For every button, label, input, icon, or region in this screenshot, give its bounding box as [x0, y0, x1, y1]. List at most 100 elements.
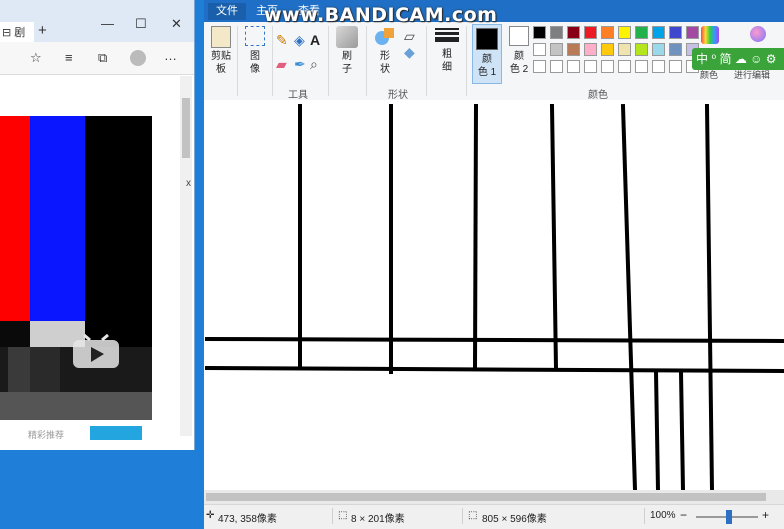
desktop-background: [0, 450, 204, 528]
palette-swatch[interactable]: [567, 43, 580, 56]
palette-swatch[interactable]: [533, 60, 546, 73]
palette-swatch[interactable]: [550, 26, 563, 39]
close-button[interactable]: ✕: [171, 16, 182, 32]
paint-canvas[interactable]: [204, 100, 784, 490]
paint-status-bar: ✛ 473, 358像素 ⬚ 8 × 201像素 ⬚ 805 × 596像素 1…: [204, 504, 784, 529]
favorite-icon[interactable]: ☆: [30, 50, 42, 66]
paint3d-icon: [750, 26, 766, 42]
shapes-icon: [374, 26, 396, 48]
fill-shape-icon[interactable]: ◆: [404, 44, 415, 60]
ime-toolbar[interactable]: 中 ⁰ 简 ☁ ☺ ⚙: [692, 48, 784, 70]
image-label: 图 像: [250, 51, 260, 75]
palette-swatch[interactable]: [550, 43, 563, 56]
palette-swatch[interactable]: [618, 26, 631, 39]
profile-avatar[interactable]: [130, 50, 146, 66]
palette-swatch[interactable]: [635, 43, 648, 56]
palette-swatch[interactable]: [533, 43, 546, 56]
paint-window: 文件 主页 查看 剪贴 板 图 像 ✎ ◈ A ▰ ✒ ⌕ 工具 刷 子 形 状…: [204, 0, 784, 529]
side-glyph: x: [186, 178, 191, 189]
drawn-line: [204, 365, 784, 374]
recommend-text: 精彩推荐: [28, 430, 65, 440]
selection-icon: ⬚: [338, 510, 348, 521]
maximize-button[interactable]: ☐: [135, 16, 147, 32]
color2-button[interactable]: 颜 色 2: [506, 26, 532, 76]
shapes-button[interactable]: 形 状: [370, 26, 400, 76]
scroll-thumb[interactable]: [182, 98, 190, 158]
canvas-horizontal-scrollbar[interactable]: [204, 490, 784, 504]
tools-group-label: 工具: [288, 90, 308, 101]
paint3d-button[interactable]: [744, 26, 772, 42]
palette-swatch[interactable]: [618, 60, 631, 73]
palette-swatch[interactable]: [584, 60, 597, 73]
palette-swatch[interactable]: [533, 26, 546, 39]
color-palette[interactable]: [533, 26, 703, 78]
zoom-level: 100%: [650, 510, 676, 521]
cursor-position: 473, 358像素: [218, 514, 277, 525]
image-button[interactable]: 图 像: [240, 26, 270, 76]
video-player[interactable]: [0, 116, 152, 420]
blue-action-button[interactable]: [90, 426, 142, 440]
outline-icon[interactable]: ▱: [404, 28, 415, 44]
browser-tab[interactable]: ⊟ 剧: [0, 22, 34, 42]
zoom-in-button[interactable]: +: [762, 508, 769, 522]
browser-bottom-bar: 精彩推荐: [0, 426, 180, 440]
clipboard-label: 剪贴 板: [211, 51, 231, 75]
size-label: 粗 细: [442, 49, 452, 73]
drawn-line: [549, 103, 559, 371]
palette-swatch[interactable]: [618, 43, 631, 56]
color1-button[interactable]: 颜 色 1: [472, 24, 502, 84]
menu-file[interactable]: 文件: [208, 3, 246, 20]
color1-swatch: [476, 28, 498, 50]
edit-colors-button[interactable]: [698, 26, 722, 44]
text-icon[interactable]: A: [310, 32, 320, 48]
magnifier-icon[interactable]: ⌕: [310, 56, 318, 72]
browser-vertical-scrollbar[interactable]: [180, 76, 192, 436]
palette-swatch[interactable]: [652, 26, 665, 39]
more-menu-icon[interactable]: …: [164, 48, 177, 63]
drawn-line: [204, 336, 784, 344]
bandicam-watermark: www.BANDICAM.com: [264, 4, 498, 26]
size-button[interactable]: 粗 细: [432, 26, 462, 74]
zoom-out-button[interactable]: −: [680, 508, 687, 522]
color-picker-icon[interactable]: ✒: [294, 56, 306, 72]
color2-label: 颜 色 2: [509, 51, 529, 75]
image-size: 805 × 596像素: [482, 514, 547, 525]
brush-button[interactable]: 刷 子: [332, 26, 362, 76]
drawn-line: [620, 103, 638, 490]
drawn-line: [472, 103, 479, 371]
red-bar: [0, 116, 30, 321]
palette-swatch[interactable]: [601, 60, 614, 73]
minimize-button[interactable]: —: [101, 16, 114, 31]
palette-swatch[interactable]: [550, 60, 563, 73]
drawn-line: [678, 369, 686, 490]
collections-icon[interactable]: ⧉: [98, 50, 107, 66]
tab-title: ⊟ 剧: [2, 27, 26, 39]
clipboard-button[interactable]: 剪贴 板: [208, 26, 234, 76]
palette-swatch[interactable]: [635, 26, 648, 39]
palette-swatch[interactable]: [584, 26, 597, 39]
palette-swatch[interactable]: [669, 60, 682, 73]
palette-swatch[interactable]: [669, 26, 682, 39]
palette-swatch[interactable]: [567, 26, 580, 39]
new-tab-button[interactable]: +: [38, 22, 47, 39]
palette-swatch[interactable]: [584, 43, 597, 56]
zoom-slider-thumb[interactable]: [726, 510, 732, 524]
brush-icon: [336, 26, 358, 48]
palette-swatch[interactable]: [635, 60, 648, 73]
palette-swatch[interactable]: [669, 43, 682, 56]
shapes-label: 形 状: [380, 51, 390, 75]
eraser-icon[interactable]: ▰: [276, 56, 287, 72]
palette-swatch[interactable]: [567, 60, 580, 73]
brush-label: 刷 子: [342, 51, 352, 75]
palette-swatch[interactable]: [652, 60, 665, 73]
fill-icon[interactable]: ◈: [294, 32, 305, 48]
palette-swatch[interactable]: [652, 43, 665, 56]
pencil-icon[interactable]: ✎: [276, 32, 288, 48]
browser-toolbar: ☆ ≡ ⧉ …: [0, 42, 194, 75]
palette-swatch[interactable]: [601, 26, 614, 39]
palette-swatch[interactable]: [601, 43, 614, 56]
scroll-thumb[interactable]: [206, 493, 766, 501]
play-icon[interactable]: [72, 333, 120, 370]
color1-label: 颜 色 1: [477, 54, 497, 78]
favorites-list-icon[interactable]: ≡: [65, 50, 73, 65]
